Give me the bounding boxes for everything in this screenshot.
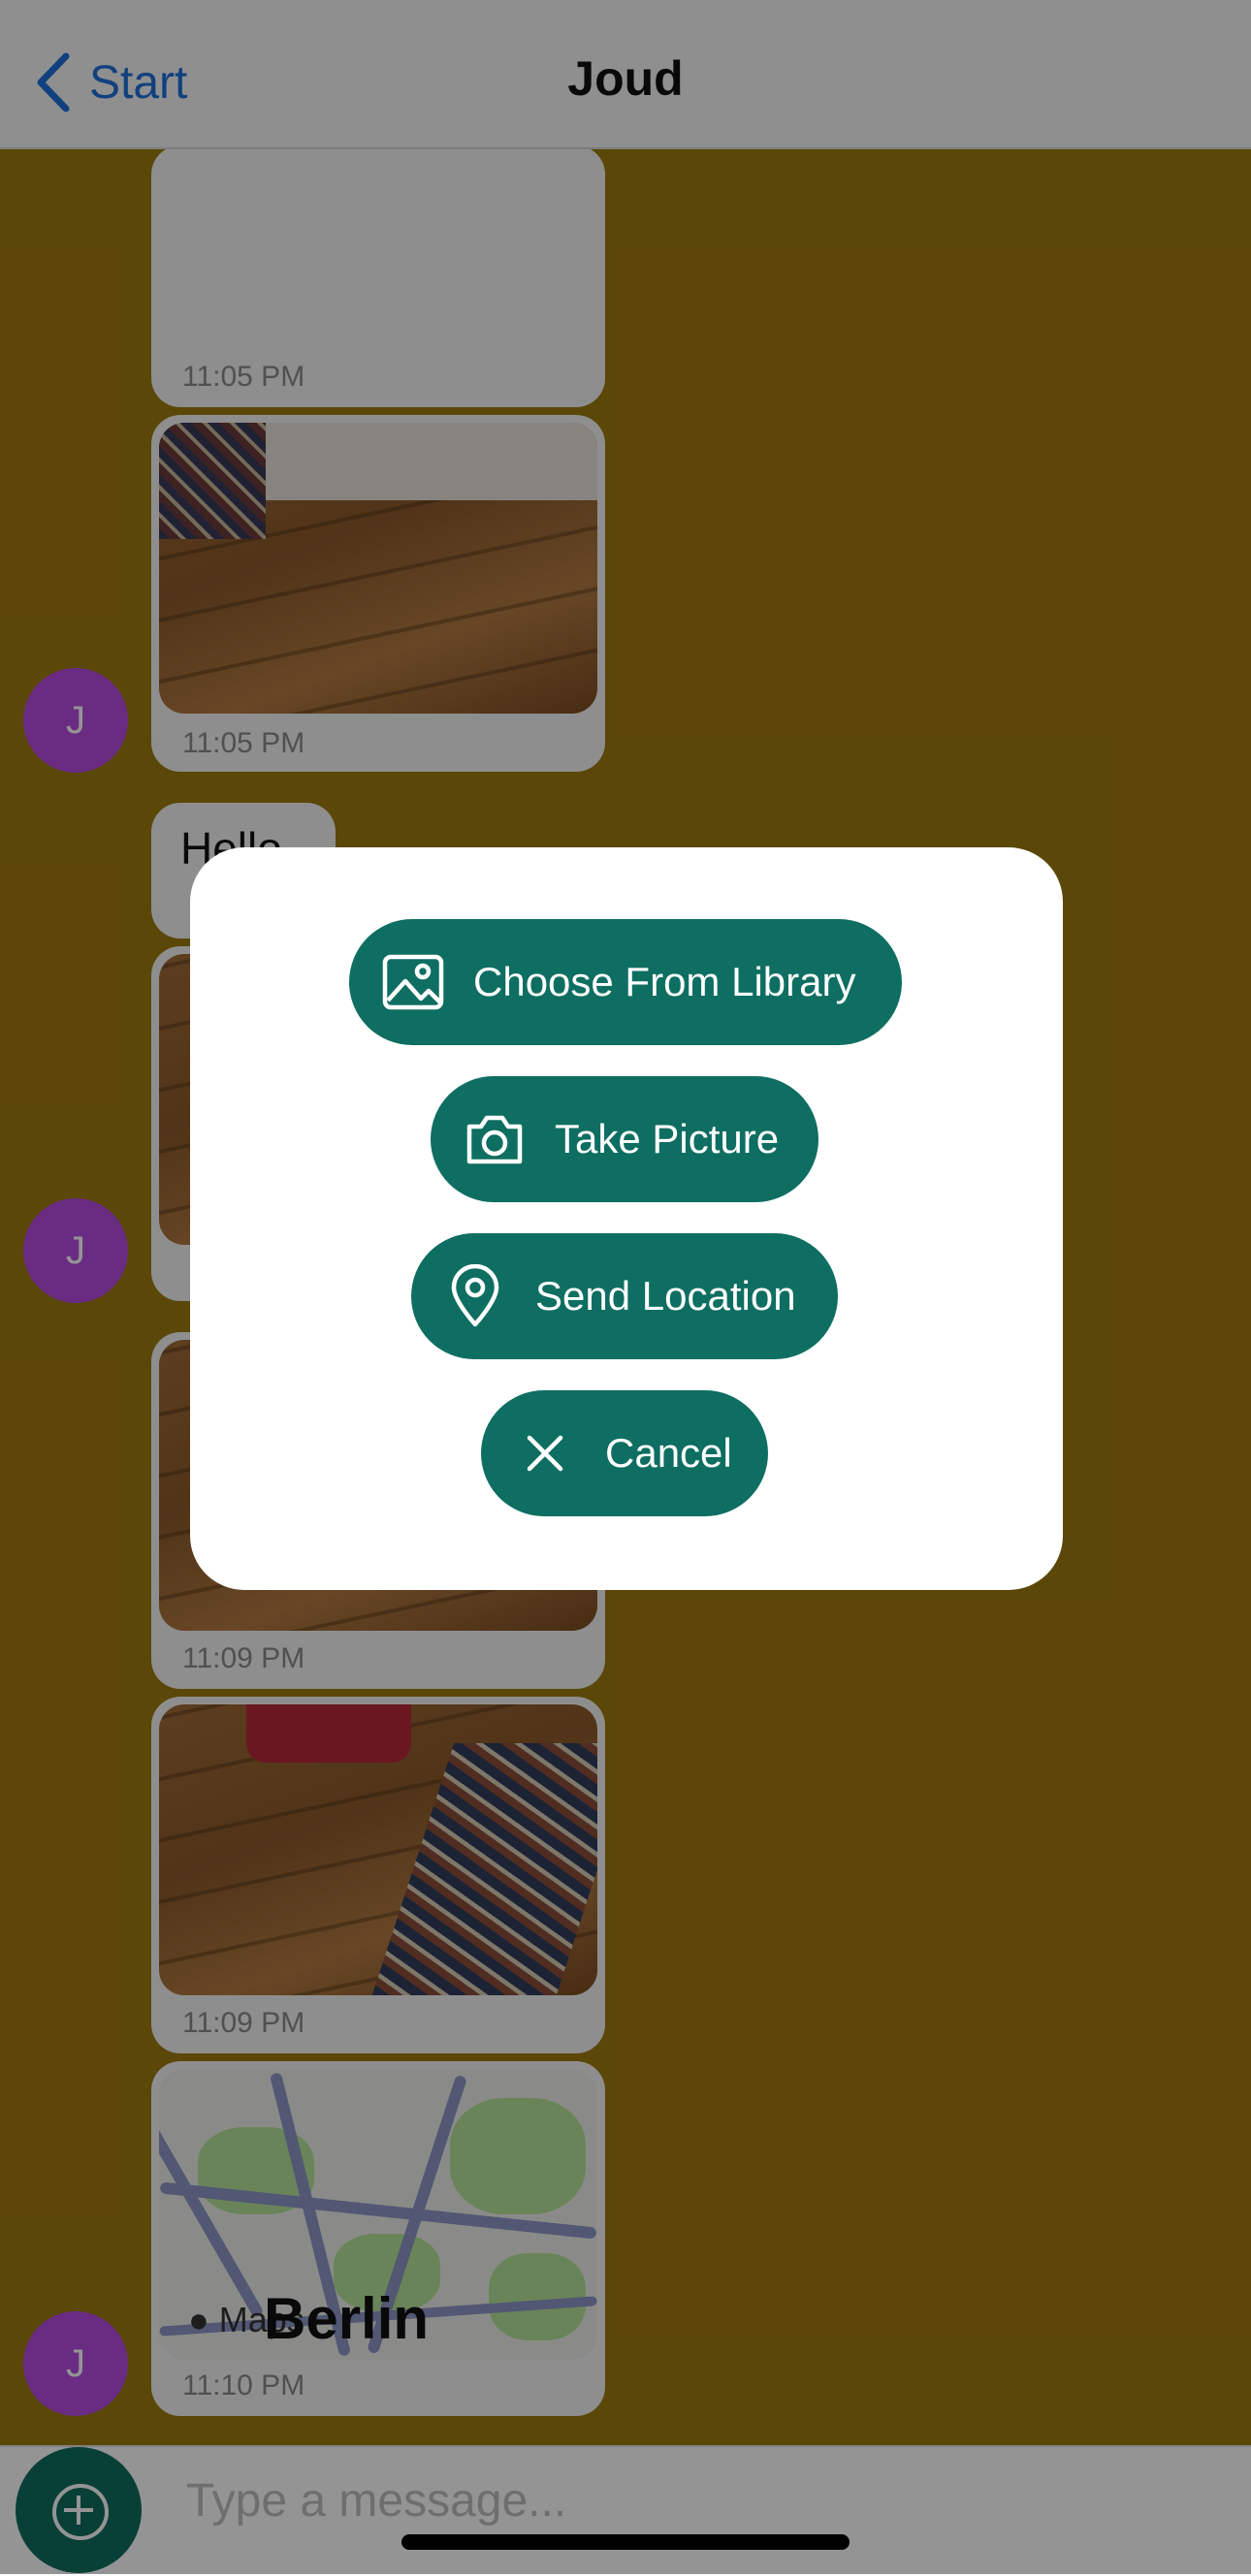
take-picture-button[interactable]: Take Picture: [431, 1076, 818, 1202]
take-picture-label: Take Picture: [555, 1116, 780, 1161]
choose-from-library-label: Choose From Library: [473, 959, 856, 1004]
choose-from-library-button[interactable]: Choose From Library: [349, 919, 902, 1045]
send-location-label: Send Location: [535, 1273, 796, 1319]
close-icon: [514, 1422, 576, 1484]
image-icon: [382, 951, 444, 1013]
camera-icon: [464, 1108, 526, 1170]
send-location-button[interactable]: Send Location: [411, 1233, 838, 1359]
cancel-button[interactable]: Cancel: [481, 1390, 768, 1516]
map-pin-icon: [444, 1264, 506, 1327]
cancel-label: Cancel: [605, 1430, 732, 1476]
attachment-action-sheet: Choose From Library Take Picture Send Lo…: [190, 847, 1063, 1590]
